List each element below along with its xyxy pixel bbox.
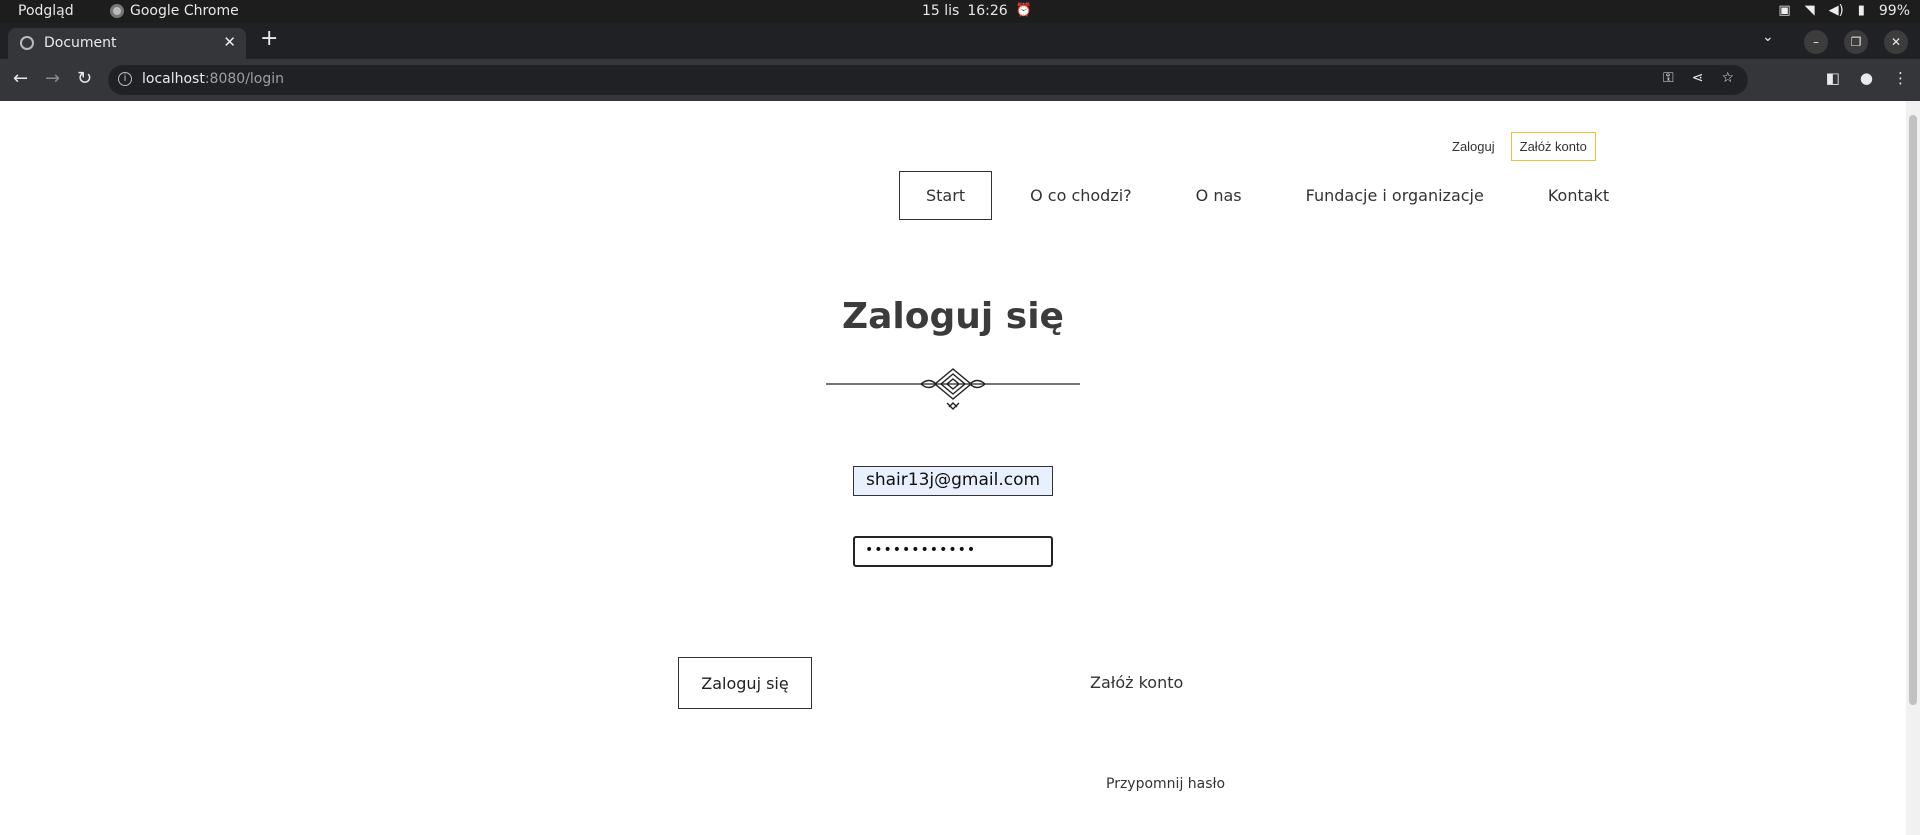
url-text[interactable]: localhost:8080/login [142,71,284,87]
forward-button[interactable]: → [45,68,60,89]
page-content: Zaloguj Załóż konto Start O co chodzi? O… [0,101,1906,835]
nav-item-about-us[interactable]: O nas [1164,186,1274,205]
menu-kebab-icon[interactable]: ⋮ [1893,69,1908,87]
nav-item-about-what[interactable]: O co chodzi? [998,186,1164,205]
os-top-bar: Podgląd Google Chrome 15 lis 16:26 ⏰ ▣ ◥… [0,0,1920,23]
nav-item-contact[interactable]: Kontakt [1516,186,1641,205]
reload-button[interactable]: ↻ [77,68,92,89]
nav-item-start[interactable]: Start [899,171,993,220]
close-tab-icon[interactable]: ✕ [223,33,236,51]
key-icon[interactable]: ⚿ [1663,70,1674,86]
url-host: localhost [142,71,205,87]
star-icon[interactable]: ☆ [1721,70,1734,86]
minimize-button[interactable]: – [1804,30,1828,54]
register-button[interactable]: Załóż konto [1090,673,1183,692]
restore-button[interactable]: ❐ [1844,30,1868,54]
battery-icon: ▮ [1857,3,1865,18]
app-menu-chrome[interactable]: Google Chrome [110,3,239,19]
tab-search-chevron-icon[interactable]: ⌄ [1762,29,1774,45]
clock[interactable]: 15 lis 16:26 ⏰ [922,3,1032,19]
side-panel-icon[interactable]: ◧ [1826,69,1840,87]
header-register-link[interactable]: Załóż konto [1510,132,1596,161]
volume-icon: ◀) [1828,3,1844,18]
system-status[interactable]: ▣ ◥ ◀) ▮ 99% [1778,3,1910,19]
wifi-icon: ◥ [1804,3,1815,18]
app-menu-chrome-label: Google Chrome [130,3,239,19]
password-field[interactable]: •••••••••••• [853,536,1053,567]
browser-toolbar: ← → ↻ i localhost:8080/login ⚿ ⋖ ☆ ◧ ● ⋮ [0,59,1920,101]
main-nav: Start O co chodzi? O nas Fundacje i orga… [899,171,1641,220]
remind-password-link[interactable]: Przypomnij hasło [1106,776,1225,792]
alarm-icon: ⏰ [1015,3,1032,18]
battery-level: 99% [1878,3,1910,19]
tab-document[interactable]: Document ✕ [8,28,246,59]
header-login-link[interactable]: Zaloguj [1452,139,1495,154]
scrollbar-thumb[interactable] [1909,115,1917,705]
login-button[interactable]: Zaloguj się [678,657,812,709]
clock-time: 16:26 [967,3,1008,19]
tab-strip: Document ✕ + ⌄ – ❐ ✕ [0,23,1920,59]
screen-icon: ▣ [1778,3,1791,18]
site-info-icon[interactable]: i [118,72,132,86]
profile-icon[interactable]: ● [1860,69,1873,87]
globe-icon [20,36,34,50]
tab-title: Document [44,35,117,51]
nav-item-foundations[interactable]: Fundacje i organizacje [1274,186,1516,205]
chrome-icon [110,4,124,18]
address-bar[interactable]: i localhost:8080/login ⚿ ⋖ ☆ [108,65,1748,95]
close-window-button[interactable]: ✕ [1884,30,1908,54]
decoration-ornament-icon [826,368,1080,410]
back-button[interactable]: ← [13,68,28,89]
url-path: :8080/login [204,71,285,87]
page-scrollbar[interactable] [1906,101,1920,835]
clock-date: 15 lis [922,3,960,19]
header-auth-links: Zaloguj Załóż konto [1452,132,1596,161]
page-title: Zaloguj się [842,296,1064,337]
share-icon[interactable]: ⋖ [1692,70,1704,86]
email-field[interactable]: shair13j@gmail.com [853,466,1053,496]
app-menu-preview[interactable]: Podgląd [18,3,74,19]
new-tab-button[interactable]: + [260,26,278,51]
